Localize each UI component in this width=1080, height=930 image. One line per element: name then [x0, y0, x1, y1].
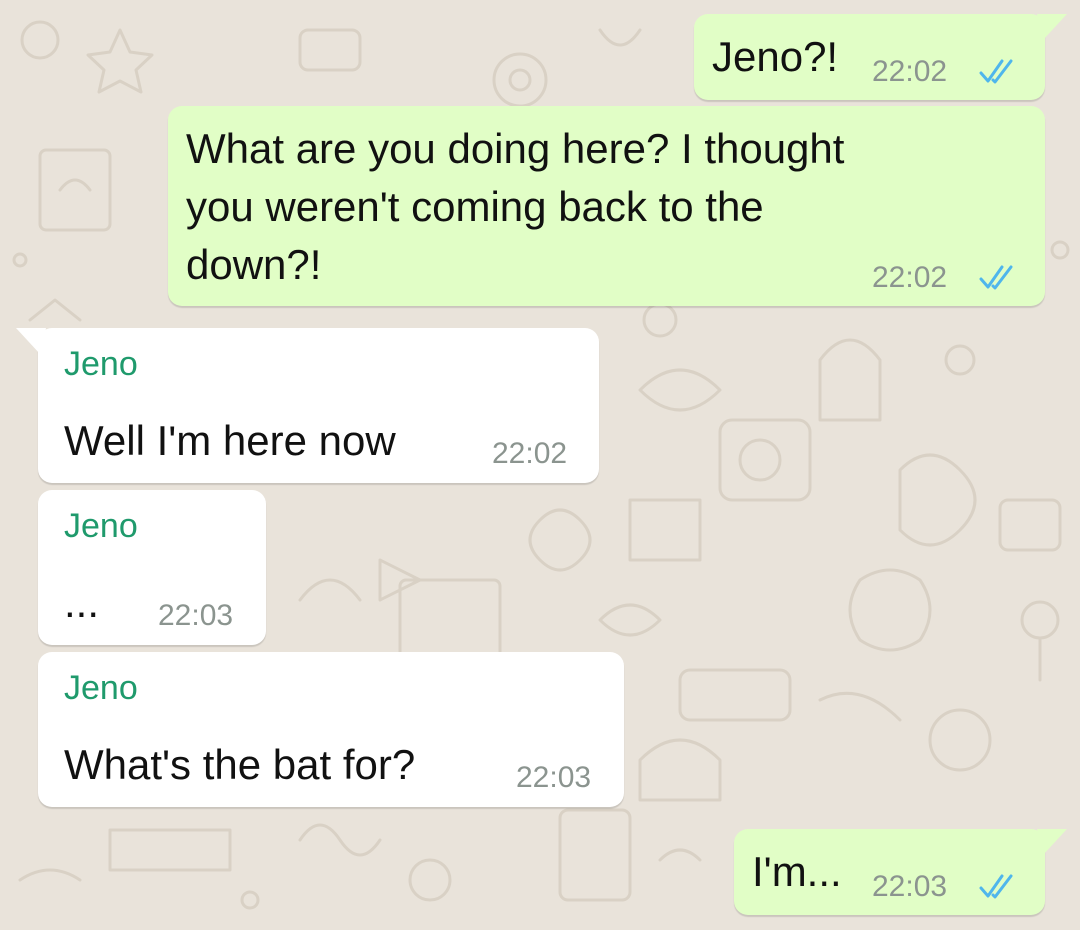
message-text: What's the bat for?	[64, 741, 416, 788]
message-time: 22:03	[158, 599, 234, 632]
outgoing-message[interactable]: Jeno?! 22:02	[694, 14, 1067, 100]
message-time: 22:02	[872, 261, 948, 294]
sender-name: Jeno	[64, 669, 138, 707]
message-text: Jeno?!	[712, 33, 839, 80]
message-text-line: down?!	[186, 241, 322, 288]
bubble-tail-icon	[1037, 829, 1067, 855]
message-text: ...	[64, 579, 100, 626]
outgoing-message[interactable]: What are you doing here? I thought you w…	[168, 106, 1045, 306]
double-check-read-icon	[979, 874, 1013, 899]
outgoing-message[interactable]: I'm... 22:03	[734, 829, 1067, 915]
sender-name: Jeno	[64, 507, 138, 545]
bubble-tail-icon	[1037, 14, 1067, 40]
message-time: 22:03	[872, 870, 948, 903]
message-text-line: you weren't coming back to the	[186, 183, 764, 230]
sender-name: Jeno	[64, 345, 138, 383]
bubble-tail-icon	[16, 328, 46, 354]
double-check-read-icon	[979, 59, 1013, 84]
message-time: 22:03	[516, 761, 592, 794]
message-text: Well I'm here now	[64, 417, 396, 464]
double-check-read-icon	[979, 265, 1013, 290]
message-time: 22:02	[492, 437, 568, 470]
message-time: 22:02	[872, 55, 948, 88]
message-text-line: What are you doing here? I thought	[186, 125, 845, 172]
incoming-message[interactable]: Jeno Well I'm here now 22:02	[16, 328, 599, 483]
incoming-message[interactable]: Jeno ... 22:03	[38, 490, 266, 645]
message-text: I'm...	[752, 848, 842, 895]
incoming-message[interactable]: Jeno What's the bat for? 22:03	[38, 652, 624, 807]
